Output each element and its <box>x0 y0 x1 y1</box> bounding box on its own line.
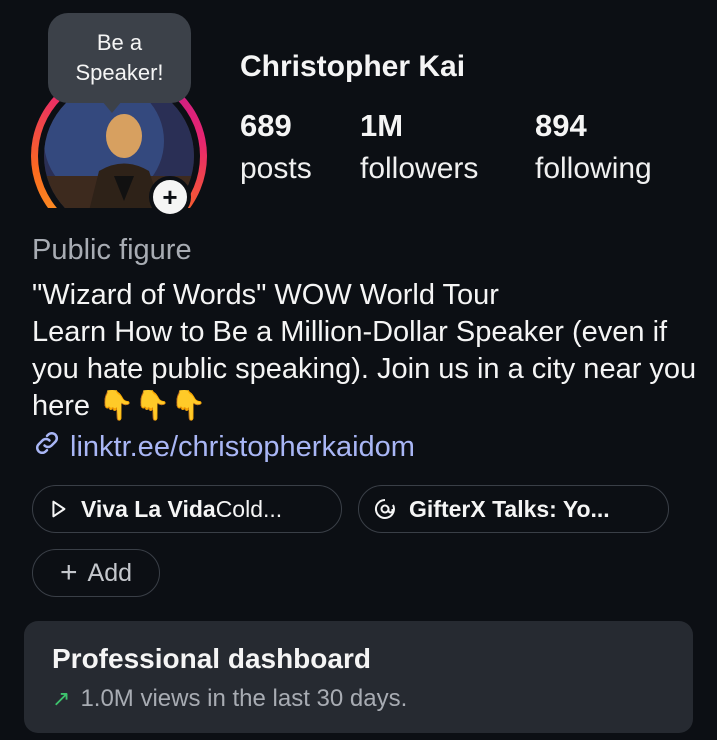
tooltip-bubble[interactable]: Be a Speaker! <box>48 13 191 113</box>
trend-up-icon: ↗ <box>52 686 71 711</box>
dashboard-subtitle: ↗ 1.0M views in the last 30 days. <box>52 685 407 713</box>
profile-link[interactable]: linktr.ee/christopherkaidom <box>32 428 415 466</box>
tooltip-line1: Be a <box>96 30 143 55</box>
threads-icon <box>373 497 397 521</box>
profile-bio: "Wizard of Words" WOW World Tour Learn H… <box>32 279 697 422</box>
stat-label: posts <box>240 152 312 185</box>
dashboard-views: 1.0M views in the last 30 days. <box>80 685 408 712</box>
link-text: linktr.ee/christopherkaidom <box>70 430 415 463</box>
chip-title: Viva La Vida <box>81 495 216 522</box>
stat-label: followers <box>360 152 479 185</box>
profile-name: Christopher Kai <box>240 50 466 83</box>
chip-rest: Cold... <box>215 495 283 522</box>
chip-title: GifterX Talks: Yo... <box>409 495 610 522</box>
profile-category: Public figure <box>32 234 192 266</box>
add-button[interactable]: + Add <box>32 549 160 597</box>
threads-chip[interactable]: GifterX Talks: Yo... <box>358 485 669 533</box>
plus-icon: + <box>162 182 178 212</box>
stat-label: following <box>535 152 652 185</box>
add-label: Add <box>87 558 132 587</box>
link-icon <box>32 428 62 466</box>
music-chip[interactable]: Viva La Vida Cold... <box>32 485 342 533</box>
dashboard-title: Professional dashboard <box>52 643 371 674</box>
stat-value: 689 <box>240 108 292 143</box>
stat-followers[interactable]: 1M followers <box>360 106 478 192</box>
add-story-button[interactable]: + <box>149 176 191 218</box>
stat-posts[interactable]: 689 posts <box>240 106 312 192</box>
stat-following[interactable]: 894 following <box>535 106 652 192</box>
play-icon <box>47 498 69 520</box>
plus-icon: + <box>59 556 78 589</box>
stat-value: 1M <box>360 108 404 143</box>
stat-value: 894 <box>535 108 587 143</box>
tooltip-line2: Speaker! <box>75 60 164 85</box>
professional-dashboard-card[interactable]: Professional dashboard ↗ 1.0M views in t… <box>24 621 693 733</box>
profile-page: + Be a Speaker! Christopher Kai 689 post… <box>0 0 717 740</box>
